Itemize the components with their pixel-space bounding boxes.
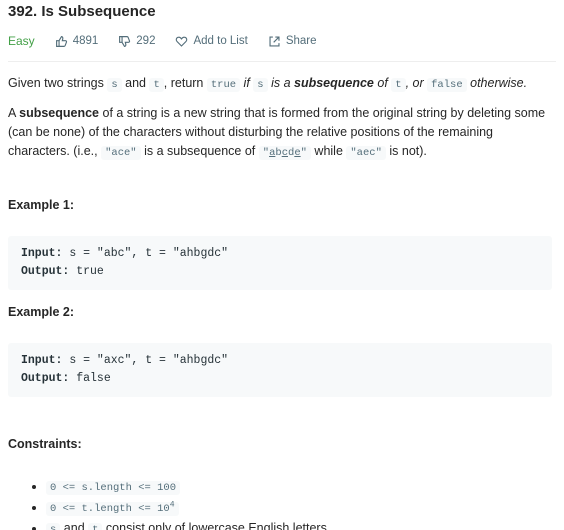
- problem-meta-bar: Easy 4891 292 Add to List Share: [8, 32, 337, 50]
- difficulty-badge: Easy: [8, 34, 35, 48]
- output-label: Output:: [21, 265, 70, 278]
- problem-title: 392. Is Subsequence: [8, 3, 156, 20]
- input-label: Input:: [21, 247, 63, 260]
- inline-code: t: [149, 78, 164, 92]
- text-span: while: [310, 144, 347, 158]
- inline-code: t: [391, 78, 406, 92]
- inline-code: true: [206, 78, 241, 92]
- text-span: Given two strings: [8, 76, 108, 90]
- text-span: is a subsequence of: [140, 144, 259, 158]
- bold-term: subsequence: [294, 76, 374, 90]
- italic-text: of: [373, 76, 392, 90]
- italic-text: , or: [405, 76, 428, 90]
- dislike-count: 292: [136, 35, 156, 47]
- italic-text: otherwise.: [466, 76, 528, 90]
- constraint-item: 0 <= s.length <= 100: [46, 477, 552, 497]
- constraint-item: 0 <= t.length <= 104: [46, 498, 552, 518]
- constraints-list: 0 <= s.length <= 100 0 <= t.length <= 10…: [8, 477, 552, 530]
- code-text: 0 <= t.length <= 10: [50, 503, 170, 515]
- add-to-list-button[interactable]: Add to List: [175, 35, 248, 48]
- italic-text: if: [240, 76, 254, 90]
- output-label: Output:: [21, 372, 70, 385]
- superscript: 4: [169, 500, 175, 510]
- inline-code: t: [88, 523, 103, 530]
- inline-code: "aec": [346, 146, 386, 160]
- constraint-item: s and t consist only of lowercase Englis…: [46, 519, 552, 530]
- output-value: false: [69, 372, 111, 385]
- text-span: and: [60, 521, 89, 530]
- dislike-button[interactable]: 292: [118, 35, 155, 48]
- problem-page: 392. Is Subsequence Easy 4891 292 Add to…: [0, 0, 564, 530]
- inline-code: "ace": [101, 146, 141, 160]
- share-icon: [269, 35, 280, 47]
- text-span: is not).: [385, 144, 427, 158]
- code-char: ": [300, 147, 307, 159]
- thumbs-up-icon: [55, 35, 67, 47]
- inline-code: false: [427, 78, 467, 92]
- input-value: s = "abc", t = "ahbgdc": [62, 247, 229, 260]
- input-label: Input:: [21, 354, 63, 367]
- description-paragraph-1: Given two strings s and t, return true i…: [8, 74, 552, 95]
- inline-code-abcde: "abcde": [258, 146, 311, 160]
- thumbs-down-icon: [119, 35, 131, 47]
- inline-code: s: [46, 523, 61, 530]
- description-paragraph-2: A subsequence of a string is a new strin…: [8, 104, 552, 163]
- text-span: A: [8, 106, 20, 120]
- heart-icon: [176, 36, 188, 47]
- example-2-heading: Example 2:: [8, 305, 75, 319]
- like-button[interactable]: 4891: [55, 35, 99, 48]
- like-count: 4891: [72, 35, 99, 47]
- italic-text: is a: [267, 76, 294, 90]
- share-label: Share: [285, 35, 317, 47]
- bold-term: subsequence: [19, 106, 100, 120]
- example-2-block: Input: s = "axc", t = "ahbgdc" Output: f…: [8, 343, 552, 397]
- header-divider: [8, 61, 556, 62]
- inline-code: 0 <= t.length <= 104: [46, 500, 179, 516]
- input-value: s = "axc", t = "ahbgdc": [62, 354, 229, 367]
- add-to-list-label: Add to List: [193, 35, 248, 47]
- inline-code: s: [253, 78, 268, 92]
- share-button[interactable]: Share: [268, 35, 317, 48]
- inline-code: s: [107, 78, 122, 92]
- text-span: , return: [163, 76, 207, 90]
- problem-description: Given two strings s and t, return true i…: [8, 74, 552, 530]
- example-1-block: Input: s = "abc", t = "ahbgdc" Output: t…: [8, 236, 552, 290]
- output-value: true: [69, 265, 104, 278]
- example-1-heading: Example 1:: [8, 198, 75, 212]
- constraints-heading: Constraints:: [8, 437, 82, 451]
- text-span: and: [121, 76, 150, 90]
- inline-code: 0 <= s.length <= 100: [46, 481, 181, 495]
- text-span: consist only of lowercase English letter…: [102, 521, 331, 530]
